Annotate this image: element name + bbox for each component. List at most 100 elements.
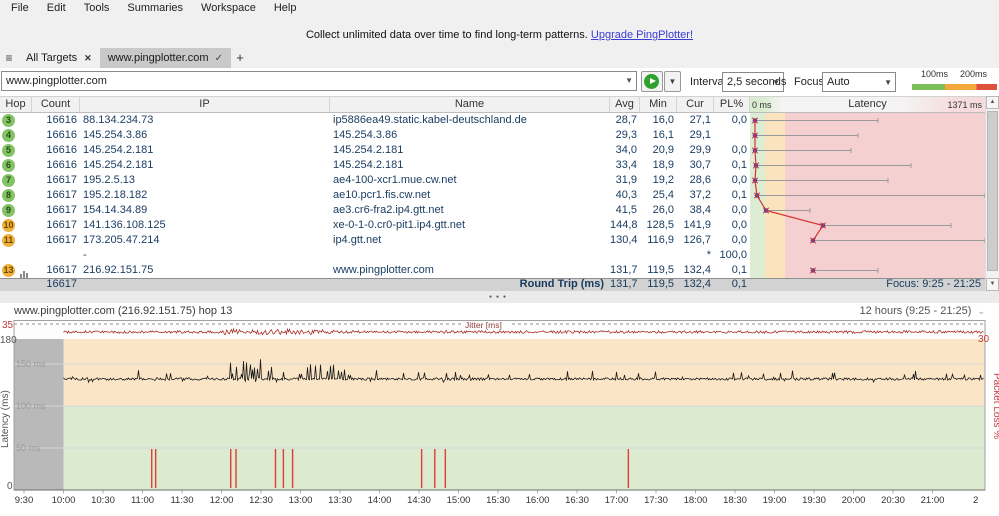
svg-text:19:30: 19:30 — [802, 495, 826, 506]
name-cell: ae4-100-xcr1.mue.cw.net — [333, 174, 457, 186]
target-input[interactable] — [2, 72, 620, 90]
hop-badge: 11 — [2, 234, 15, 247]
tab-all-targets[interactable]: All Targets ✕ — [18, 48, 100, 68]
menu-item-help[interactable]: Help — [265, 0, 306, 18]
avg-cell — [610, 248, 640, 263]
svg-text:15:30: 15:30 — [486, 495, 510, 506]
ip-cell: 195.2.5.13 — [83, 174, 135, 186]
ip-cell: - — [83, 249, 87, 261]
menu-item-summaries[interactable]: Summaries — [118, 0, 192, 18]
count-cell: 16616 — [46, 159, 77, 171]
hop-cell: 9 — [0, 203, 32, 218]
ip-cell: 145.254.2.181 — [83, 159, 154, 171]
pl-cell: 0,0 — [731, 204, 747, 216]
ip-cell: 145.254.3.86 — [83, 129, 148, 141]
hop-badge: 6 — [2, 159, 15, 172]
target-input-wrap: ▼ — [1, 71, 637, 91]
col-header-min[interactable]: Min — [640, 97, 677, 112]
timeline-shown-icon — [20, 263, 29, 278]
ip-cell: 88.134.234.73 — [83, 114, 154, 126]
avg-cell: 144,8 — [610, 219, 638, 231]
name-cell: xe-0-1-0.cr0-pit1.ip4.gtt.net — [333, 219, 466, 231]
cur-cell: 29,9 — [689, 144, 711, 156]
upgrade-link[interactable]: Upgrade PingPlotter! — [591, 29, 693, 41]
timeline-plot[interactable]: 150 ms 100 ms 50 ms Jitter [ms] 9:30 10:00 10:… — [0, 320, 999, 516]
tab-target-label: www.pingplotter.com — [107, 52, 209, 64]
pl-cell — [714, 128, 750, 143]
cur-cell: 132,4 — [683, 264, 711, 276]
min-cell: 119,5 — [647, 264, 674, 276]
col-header-ip[interactable]: IP — [80, 97, 330, 112]
start-options-dropdown[interactable]: ▼ — [664, 71, 681, 92]
col-header-hop[interactable]: Hop — [0, 97, 32, 112]
col-header-name[interactable]: Name — [330, 97, 610, 112]
scroll-down-button[interactable]: ▼ — [986, 278, 999, 291]
tab-all-targets-label: All Targets — [26, 52, 78, 64]
count-cell: 16617 — [46, 219, 77, 231]
count-cell: 16616 — [46, 144, 77, 156]
count-cell — [32, 248, 80, 263]
svg-text:12:30: 12:30 — [249, 495, 273, 506]
svg-text:100 ms: 100 ms — [16, 401, 46, 411]
ip-cell: 145.254.2.181 — [83, 144, 154, 156]
menu-item-file[interactable]: File — [2, 0, 38, 18]
name-cell: 145.254.2.181 — [333, 144, 404, 156]
start-trace-button[interactable] — [641, 71, 663, 92]
close-icon[interactable]: ✕ — [84, 53, 92, 64]
tab-target[interactable]: www.pingplotter.com ✓ — [99, 48, 231, 68]
summary-avg: 131,7 — [610, 279, 638, 290]
col-header-avg[interactable]: Avg — [610, 97, 640, 112]
interval-select[interactable]: 2,5 seconds ▼ — [722, 72, 786, 92]
hamburger-menu-icon[interactable]: ≡ — [0, 48, 18, 68]
new-tab-button[interactable]: + — [231, 48, 249, 68]
hop-cell: 4 — [0, 128, 32, 143]
hop-cell: 6 — [0, 158, 32, 173]
hop-badge: 7 — [2, 174, 15, 187]
col-header-pl[interactable]: PL% — [714, 97, 750, 112]
latency-header-label: Latency — [848, 98, 887, 110]
svg-text:14:00: 14:00 — [368, 495, 392, 506]
avg-cell: 41,5 — [615, 204, 637, 216]
cur-cell: 27,1 — [689, 114, 711, 126]
target-dropdown-icon[interactable]: ▼ — [625, 76, 633, 85]
time-range-select[interactable]: 12 hours (9:25 - 21:25) ⌄ — [859, 305, 985, 317]
check-icon: ✓ — [214, 52, 223, 64]
count-cell: 16617 — [46, 189, 77, 201]
banner-text: Collect unlimited data over time to find… — [305, 29, 588, 41]
scroll-up-button[interactable]: ▲ — [986, 96, 999, 109]
svg-text:180: 180 — [0, 335, 17, 346]
cur-cell: 30,7 — [689, 159, 711, 171]
min-cell: 116,9 — [647, 234, 674, 246]
pl-cell: 0,1 — [731, 159, 747, 171]
svg-text:0: 0 — [7, 481, 13, 492]
count-cell: 16616 — [46, 114, 77, 126]
panel-splitter[interactable]: ●●● — [0, 291, 999, 303]
cur-cell: 38,4 — [689, 204, 711, 216]
svg-text:11:30: 11:30 — [170, 495, 193, 506]
col-header-cur[interactable]: Cur — [677, 97, 714, 112]
name-cell: www.pingplotter.com — [333, 264, 434, 276]
pl-cell: 0,0 — [731, 219, 747, 231]
svg-text:Jitter [ms]: Jitter [ms] — [465, 320, 502, 330]
svg-text:17:30: 17:30 — [644, 495, 668, 506]
svg-text:21:00: 21:00 — [921, 495, 945, 506]
table-scrollbar: ▲ ▼ — [985, 96, 999, 291]
avg-cell: 29,3 — [615, 129, 637, 141]
svg-text:20:30: 20:30 — [881, 495, 905, 506]
round-trip-row: 16617 Round Trip (ms) 131,7 119,5 132,4 … — [0, 278, 985, 291]
scrollbar-thumb[interactable] — [987, 111, 998, 271]
menu-item-tools[interactable]: Tools — [75, 0, 119, 18]
menu-item-edit[interactable]: Edit — [38, 0, 75, 18]
menu-item-workspace[interactable]: Workspace — [192, 0, 265, 18]
avg-cell: 131,7 — [610, 264, 638, 276]
col-header-count[interactable]: Count — [32, 97, 80, 112]
pl-cell: 0,1 — [731, 264, 747, 276]
hop-cell: 13 — [0, 263, 32, 278]
focus-select[interactable]: Auto ▼ — [822, 72, 896, 92]
menu-bar: File Edit Tools Summaries Workspace Help — [0, 0, 999, 18]
tab-bar: ≡ All Targets ✕ www.pingplotter.com ✓ + — [0, 48, 999, 68]
pl-cell: 0,0 — [731, 114, 747, 126]
focus-label: Focus — [794, 76, 824, 88]
pl-cell: 0,0 — [731, 234, 747, 246]
col-header-latency[interactable]: 0 ms Latency 1371 ms — [750, 97, 985, 112]
